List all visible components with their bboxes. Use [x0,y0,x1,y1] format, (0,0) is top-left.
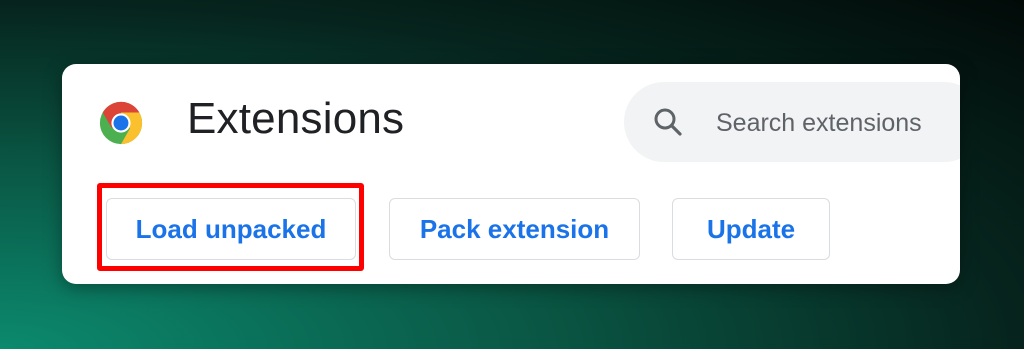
extensions-header-card: Extensions Search extensions Load unpack… [62,64,960,284]
search-input[interactable]: Search extensions [624,82,960,162]
chrome-logo-icon [98,100,144,146]
search-placeholder: Search extensions [716,109,922,137]
load-unpacked-button[interactable]: Load unpacked [106,198,356,260]
search-icon [652,106,684,138]
update-button[interactable]: Update [672,198,830,260]
page-title: Extensions [187,94,405,143]
pack-extension-button[interactable]: Pack extension [389,198,640,260]
